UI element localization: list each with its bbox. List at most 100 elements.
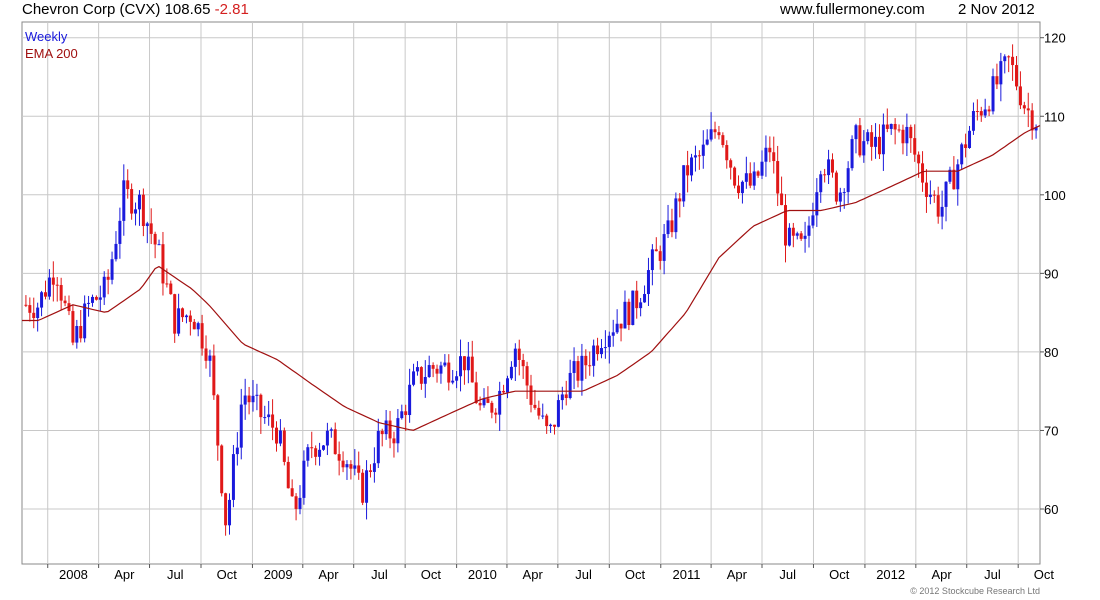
candle-body <box>502 390 506 393</box>
candle-body <box>126 180 130 190</box>
candle-body <box>678 198 682 202</box>
candle-body <box>423 376 427 384</box>
x-tick-label: Jul <box>779 567 796 582</box>
candle-body <box>521 359 525 367</box>
price-chart: 2008 Apr Jul Oct 2009 Apr Jul Oct 2010 Apr Jul Oct 2… <box>21 21 1066 596</box>
candle-body <box>247 395 251 403</box>
y-tick-label: 90 <box>1044 266 1058 281</box>
candle-body <box>282 430 286 462</box>
candle-body <box>173 294 177 334</box>
candle-body <box>368 470 372 472</box>
candle-body <box>192 321 196 330</box>
candle-body <box>137 194 141 210</box>
candle-body <box>607 335 611 348</box>
candle-body <box>447 362 451 383</box>
x-tick-label: Oct <box>625 567 646 582</box>
candle-body <box>435 368 439 374</box>
candle-body <box>517 348 521 360</box>
x-tick-label: 2011 <box>673 567 701 582</box>
candle-body <box>106 276 110 280</box>
candle-body <box>999 61 1003 85</box>
candle-body <box>580 355 584 381</box>
candle-body <box>478 402 482 406</box>
candle-body <box>975 111 979 113</box>
candle-body <box>451 380 455 383</box>
candle-body <box>956 164 960 190</box>
x-tick-label: 2009 <box>264 567 293 582</box>
candle-body <box>619 323 623 329</box>
candle-body <box>921 163 925 183</box>
candle-body <box>263 417 267 419</box>
candle-body <box>79 326 83 339</box>
candle-body <box>286 461 290 489</box>
candle-body <box>102 276 106 298</box>
candle-body <box>705 139 709 145</box>
candle-body <box>310 447 314 449</box>
candle-body <box>877 136 881 155</box>
candle-body <box>662 234 666 261</box>
candle-body <box>177 308 181 334</box>
candle-body <box>196 323 200 330</box>
candle-body <box>599 348 603 355</box>
candle-body <box>964 144 968 149</box>
candle-body <box>862 141 866 156</box>
candle-body <box>396 418 400 444</box>
candle-body <box>255 394 259 396</box>
candle-body <box>827 159 831 176</box>
candle-body <box>603 347 607 349</box>
candle-body <box>733 167 737 186</box>
copyright: © 2012 Stockcube Research Ltd <box>910 586 1040 596</box>
candle-body <box>470 356 474 383</box>
candle-body <box>1030 110 1034 131</box>
candle-body <box>764 147 768 162</box>
candle-body <box>650 249 654 271</box>
y-tick-label: 100 <box>1044 188 1066 203</box>
candle-body <box>388 420 392 439</box>
candle-body <box>995 76 999 85</box>
candle-body <box>815 192 819 216</box>
candle-body <box>983 109 987 116</box>
candle-body <box>592 345 596 366</box>
candle-body <box>372 463 376 472</box>
candle-body <box>294 496 298 509</box>
candle-body <box>721 135 725 146</box>
candle-body <box>275 427 278 444</box>
candle-body <box>509 366 513 379</box>
candle-body <box>36 307 40 319</box>
x-tick-label: Jul <box>371 567 388 582</box>
candle-body <box>216 395 220 446</box>
candle-body <box>533 404 537 408</box>
candle-body <box>130 189 134 214</box>
candle-body <box>768 147 772 153</box>
candle-body <box>623 301 627 329</box>
candle-body <box>181 308 185 318</box>
candle-body <box>90 296 94 303</box>
candle-body <box>325 430 329 446</box>
candle-body <box>686 165 690 176</box>
candle-body <box>439 365 443 374</box>
candle-body <box>917 154 921 164</box>
candle-body <box>153 233 157 245</box>
x-axis: 2008 Apr Jul Oct 2009 Apr Jul Oct 2010 Apr Jul Oct 2… <box>47 564 1054 582</box>
candle-body <box>353 465 357 469</box>
y-tick-label: 80 <box>1044 345 1058 360</box>
candle-body <box>889 123 893 129</box>
y-tick-label: 60 <box>1044 502 1058 517</box>
candle-body <box>412 371 416 385</box>
candle-body <box>188 315 192 322</box>
candle-body <box>161 244 165 284</box>
candle-body <box>380 430 384 435</box>
candle-body <box>549 424 553 427</box>
x-tick-label: Oct <box>217 567 238 582</box>
candle-body <box>490 402 494 413</box>
y-tick-label: 110 <box>1044 109 1065 124</box>
candle-body <box>897 129 901 131</box>
candle-body <box>466 356 470 371</box>
candle-body <box>697 155 701 157</box>
candle-body <box>118 220 122 244</box>
candle-body <box>787 227 791 246</box>
candle-body <box>850 139 854 169</box>
candle-body <box>55 284 59 286</box>
candle-body <box>807 225 811 236</box>
candle-body <box>474 382 478 403</box>
